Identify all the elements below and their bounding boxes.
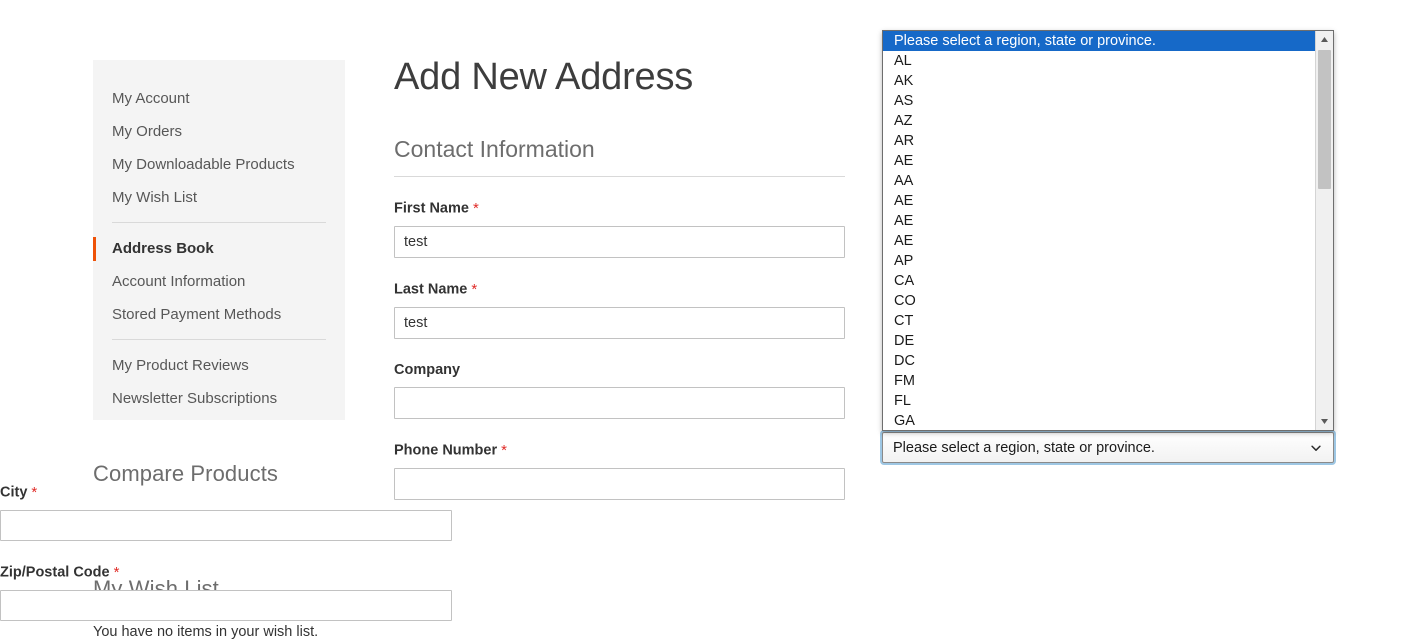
sidebar-item-newsletter-subscriptions[interactable]: Newsletter Subscriptions — [93, 382, 345, 415]
account-sidebar: My Account My Orders My Downloadable Pro… — [93, 60, 345, 420]
city-input[interactable] — [0, 510, 452, 541]
page-root: My Account My Orders My Downloadable Pro… — [0, 0, 1409, 639]
sidebar-item-my-downloadable-products[interactable]: My Downloadable Products — [93, 148, 345, 181]
phone-number-label: Phone Number * — [394, 442, 845, 459]
required-marker: * — [471, 281, 478, 298]
sidebar-item-stored-payment-methods[interactable]: Stored Payment Methods — [93, 298, 345, 331]
dropdown-option[interactable]: AE — [883, 231, 1315, 251]
sidebar-item-my-product-reviews[interactable]: My Product Reviews — [93, 349, 345, 382]
phone-number-label-text: Phone Number — [394, 442, 498, 459]
first-name-input[interactable] — [394, 226, 845, 258]
section-title-contact-information: Contact Information — [394, 136, 595, 162]
scrollbar-up-arrow-icon[interactable] — [1316, 31, 1333, 48]
field-company: Company — [394, 362, 845, 419]
account-nav-list: My Account My Orders My Downloadable Pro… — [93, 60, 345, 415]
last-name-label: Last Name * — [394, 281, 845, 298]
city-label: City * — [0, 484, 452, 501]
dropdown-option[interactable]: GA — [883, 411, 1315, 430]
zip-postal-code-input[interactable] — [0, 590, 452, 621]
page-title: Add New Address — [394, 56, 694, 98]
scrollbar-down-arrow-icon[interactable] — [1316, 413, 1333, 430]
dropdown-option[interactable]: CA — [883, 271, 1315, 291]
company-label: Company — [394, 362, 845, 378]
sidebar-item-my-orders[interactable]: My Orders — [93, 115, 345, 148]
dropdown-option[interactable]: AZ — [883, 111, 1315, 131]
last-name-label-text: Last Name — [394, 281, 468, 298]
dropdown-option[interactable]: FL — [883, 391, 1315, 411]
field-first-name: First Name * — [394, 200, 845, 258]
required-marker: * — [113, 564, 120, 581]
field-city: City * — [0, 484, 452, 541]
state-province-option-list: Please select a region, state or provinc… — [883, 31, 1315, 430]
dropdown-option[interactable]: DC — [883, 351, 1315, 371]
field-phone-number: Phone Number * — [394, 442, 845, 500]
state-province-dropdown-popup[interactable]: Please select a region, state or provinc… — [882, 30, 1334, 431]
dropdown-option[interactable]: AE — [883, 211, 1315, 231]
dropdown-option[interactable]: CO — [883, 291, 1315, 311]
dropdown-option[interactable]: Please select a region, state or provinc… — [883, 31, 1315, 51]
state-province-selected-value: Please select a region, state or provinc… — [893, 439, 1155, 456]
dropdown-option[interactable]: AK — [883, 71, 1315, 91]
city-label-text: City — [0, 484, 28, 501]
dropdown-option[interactable]: CT — [883, 311, 1315, 331]
dropdown-option[interactable]: AE — [883, 151, 1315, 171]
scrollbar-thumb[interactable] — [1318, 50, 1331, 189]
sidebar-item-my-account[interactable]: My Account — [93, 82, 345, 115]
dropdown-option[interactable]: AE — [883, 191, 1315, 211]
first-name-label-text: First Name — [394, 200, 469, 217]
dropdown-option[interactable]: AA — [883, 171, 1315, 191]
sidebar-item-address-book[interactable]: Address Book — [93, 232, 345, 265]
dropdown-scrollbar[interactable] — [1315, 31, 1333, 430]
field-zip-postal-code: Zip/Postal Code * — [0, 564, 452, 621]
required-marker: * — [472, 200, 479, 217]
required-marker: * — [31, 484, 38, 501]
main-content: Add New Address Contact Information Firs… — [394, 55, 845, 500]
state-province-select[interactable]: Please select a region, state or provinc… — [882, 432, 1334, 463]
first-name-label: First Name * — [394, 200, 845, 217]
chevron-down-icon — [1309, 441, 1323, 455]
phone-number-input[interactable] — [394, 468, 845, 500]
dropdown-option[interactable]: AS — [883, 91, 1315, 111]
last-name-input[interactable] — [394, 307, 845, 339]
company-label-text: Company — [394, 362, 461, 378]
wish-list-empty-text: You have no items in your wish list. — [93, 624, 319, 639]
field-last-name: Last Name * — [394, 281, 845, 339]
company-input[interactable] — [394, 387, 845, 419]
required-marker: * — [501, 442, 507, 459]
zip-postal-code-label-text: Zip/Postal Code — [0, 564, 110, 581]
sidebar-divider — [112, 222, 326, 223]
dropdown-option[interactable]: AR — [883, 131, 1315, 151]
dropdown-option[interactable]: AP — [883, 251, 1315, 271]
sidebar-item-my-wish-list[interactable]: My Wish List — [93, 181, 345, 214]
dropdown-option[interactable]: AL — [883, 51, 1315, 71]
section-divider — [394, 176, 845, 177]
sidebar-divider — [112, 339, 326, 340]
sidebar-item-account-information[interactable]: Account Information — [93, 265, 345, 298]
dropdown-option[interactable]: FM — [883, 371, 1315, 391]
dropdown-option[interactable]: DE — [883, 331, 1315, 351]
zip-postal-code-label: Zip/Postal Code * — [0, 564, 452, 581]
